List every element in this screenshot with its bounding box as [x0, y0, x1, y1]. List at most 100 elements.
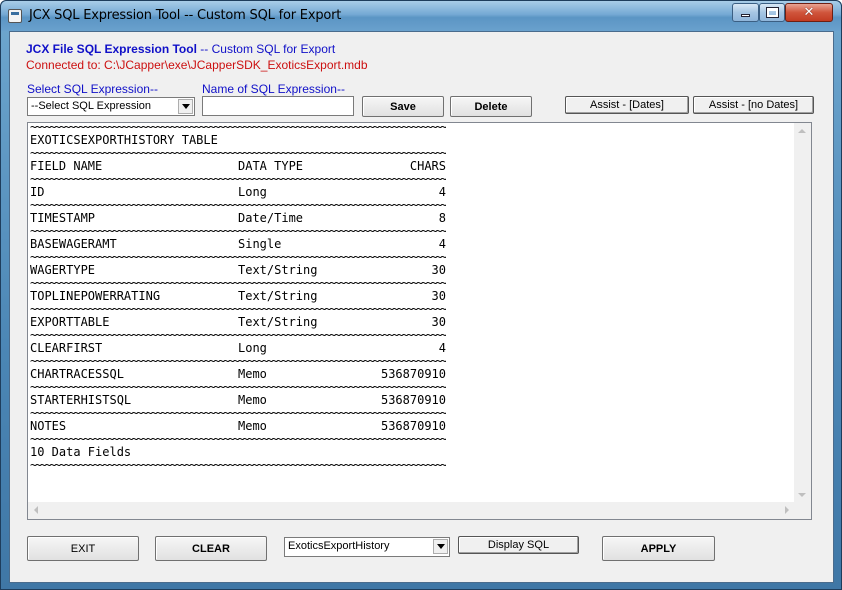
field-chars: 8 [438, 211, 446, 225]
header-chars: CHARS [409, 159, 446, 173]
table-row: ID Long 4 [30, 184, 446, 201]
horizontal-scrollbar[interactable] [28, 502, 811, 519]
divider: ~~~~~~~~~~~~~~~~~~~~~~~~~~~~~~~~~~~~~~~~… [30, 227, 446, 236]
dropdown-arrow-icon[interactable] [433, 539, 448, 554]
field-name: CLEARFIRST [30, 341, 103, 355]
clear-button[interactable]: CLEAR [155, 536, 267, 561]
table-row: WAGERTYPE Text/String 30 [30, 262, 446, 279]
assist-no-dates-button[interactable]: Assist - [no Dates] [693, 96, 814, 114]
close-icon: ✕ [803, 5, 815, 20]
field-chars: 30 [431, 315, 446, 329]
maximize-icon [765, 7, 779, 18]
dropdown-arrow-icon[interactable] [178, 99, 193, 114]
scroll-right-icon[interactable] [785, 506, 789, 514]
minimize-icon [741, 14, 750, 17]
divider: ~~~~~~~~~~~~~~~~~~~~~~~~~~~~~~~~~~~~~~~~… [30, 331, 446, 340]
field-chars: 30 [431, 289, 446, 303]
table-select-value: ExoticsExportHistory [288, 540, 390, 552]
field-type: Long [238, 185, 267, 199]
save-button[interactable]: Save [362, 96, 444, 117]
tool-name: JCX File SQL Expression Tool [26, 42, 197, 56]
divider: ~~~~~~~~~~~~~~~~~~~~~~~~~~~~~~~~~~~~~~~~… [30, 149, 446, 158]
divider: ~~~~~~~~~~~~~~~~~~~~~~~~~~~~~~~~~~~~~~~~… [30, 123, 446, 132]
field-chars: 4 [438, 185, 446, 199]
field-chars: 4 [438, 341, 446, 355]
field-type: Date/Time [238, 211, 304, 225]
sql-output-textarea[interactable]: ~~~~~~~~~~~~~~~~~~~~~~~~~~~~~~~~~~~~~~~~… [27, 122, 812, 520]
field-name: ID [30, 185, 45, 199]
field-count-row: 10 Data Fields [30, 444, 446, 461]
display-sql-button[interactable]: Display SQL [458, 536, 579, 554]
field-chars: 536870910 [380, 367, 446, 381]
expression-name-input[interactable] [202, 96, 354, 116]
divider: ~~~~~~~~~~~~~~~~~~~~~~~~~~~~~~~~~~~~~~~~… [30, 383, 446, 392]
select-expression-label: Select SQL Expression-- [27, 82, 158, 96]
maximize-button[interactable] [759, 3, 785, 22]
expression-name-label: Name of SQL Expression-- [202, 82, 345, 96]
table-row: NOTES Memo 536870910 [30, 418, 446, 435]
field-name: BASEWAGERAMT [30, 237, 117, 251]
scroll-up-icon[interactable] [798, 129, 806, 133]
app-window: JCX SQL Expression Tool -- Custom SQL fo… [0, 0, 842, 590]
select-expression-dropdown[interactable]: --Select SQL Expression [27, 97, 195, 116]
field-type: Text/String [238, 289, 318, 303]
table-row: TIMESTAMP Date/Time 8 [30, 210, 446, 227]
window-title: JCX SQL Expression Tool -- Custom SQL fo… [29, 8, 342, 23]
table-title-row: EXOTICSEXPORTHISTORY TABLE [30, 132, 446, 149]
table-row: EXPORTTABLE Text/String 30 [30, 314, 446, 331]
table-row: CHARTRACESSQL Memo 536870910 [30, 366, 446, 383]
column-header-row: FIELD NAME DATA TYPE CHARS [30, 158, 446, 175]
divider: ~~~~~~~~~~~~~~~~~~~~~~~~~~~~~~~~~~~~~~~~… [30, 201, 446, 210]
field-name: WAGERTYPE [30, 263, 96, 277]
tool-subtitle: -- Custom SQL for Export [196, 42, 336, 56]
header-data-type: DATA TYPE [238, 159, 304, 173]
field-type: Memo [238, 367, 267, 381]
client-area: JCX File SQL Expression Tool -- Custom S… [9, 31, 834, 583]
close-button[interactable]: ✕ [785, 3, 833, 22]
field-chars: 536870910 [380, 419, 446, 433]
table-row: TOPLINEPOWERRATING Text/String 30 [30, 288, 446, 305]
field-name: CHARTRACESSQL [30, 367, 124, 381]
field-count: 10 Data Fields [30, 445, 132, 459]
divider: ~~~~~~~~~~~~~~~~~~~~~~~~~~~~~~~~~~~~~~~~… [30, 461, 446, 470]
field-chars: 4 [438, 237, 446, 251]
scroll-down-icon[interactable] [798, 493, 806, 497]
field-chars: 536870910 [380, 393, 446, 407]
divider: ~~~~~~~~~~~~~~~~~~~~~~~~~~~~~~~~~~~~~~~~… [30, 279, 446, 288]
field-name: NOTES [30, 419, 67, 433]
assist-dates-button[interactable]: Assist - [Dates] [565, 96, 689, 114]
scroll-left-icon[interactable] [34, 506, 38, 514]
header-field-name: FIELD NAME [30, 159, 103, 173]
output-text: ~~~~~~~~~~~~~~~~~~~~~~~~~~~~~~~~~~~~~~~~… [30, 123, 446, 470]
delete-button[interactable]: Delete [450, 96, 532, 117]
divider: ~~~~~~~~~~~~~~~~~~~~~~~~~~~~~~~~~~~~~~~~… [30, 175, 446, 184]
exit-button[interactable]: EXIT [27, 536, 139, 561]
app-icon[interactable] [8, 9, 22, 23]
field-type: Text/String [238, 263, 318, 277]
field-type: Memo [238, 419, 267, 433]
apply-button[interactable]: APPLY [602, 536, 715, 561]
field-type: Single [238, 237, 282, 251]
field-chars: 30 [431, 263, 446, 277]
table-row: BASEWAGERAMT Single 4 [30, 236, 446, 253]
field-type: Memo [238, 393, 267, 407]
divider: ~~~~~~~~~~~~~~~~~~~~~~~~~~~~~~~~~~~~~~~~… [30, 357, 446, 366]
table-row: CLEARFIRST Long 4 [30, 340, 446, 357]
field-type: Text/String [238, 315, 318, 329]
field-name: EXPORTTABLE [30, 315, 110, 329]
divider: ~~~~~~~~~~~~~~~~~~~~~~~~~~~~~~~~~~~~~~~~… [30, 435, 446, 444]
table-title: EXOTICSEXPORTHISTORY TABLE [30, 133, 218, 147]
vertical-scrollbar[interactable] [794, 123, 811, 503]
tool-header: JCX File SQL Expression Tool -- Custom S… [26, 42, 335, 56]
field-type: Long [238, 341, 267, 355]
minimize-button[interactable] [732, 3, 759, 22]
title-bar[interactable]: JCX SQL Expression Tool -- Custom SQL fo… [1, 1, 841, 31]
field-name: TOPLINEPOWERRATING [30, 289, 161, 303]
divider: ~~~~~~~~~~~~~~~~~~~~~~~~~~~~~~~~~~~~~~~~… [30, 305, 446, 314]
select-expression-value: --Select SQL Expression [31, 100, 152, 112]
divider: ~~~~~~~~~~~~~~~~~~~~~~~~~~~~~~~~~~~~~~~~… [30, 253, 446, 262]
field-name: STARTERHISTSQL [30, 393, 132, 407]
field-name: TIMESTAMP [30, 211, 96, 225]
table-select-dropdown[interactable]: ExoticsExportHistory [284, 537, 450, 557]
connection-status: Connected to: C:\JCapper\exe\JCapperSDK_… [26, 58, 368, 72]
